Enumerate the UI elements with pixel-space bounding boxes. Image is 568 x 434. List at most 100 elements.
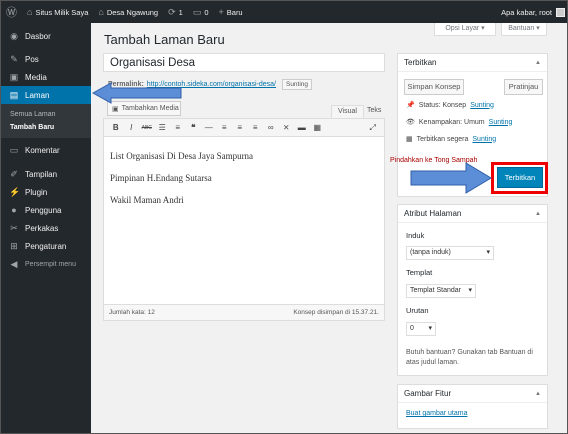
menu-komentar[interactable]: ▭ Komentar — [1, 141, 91, 159]
menu-pos[interactable]: ✎ Pos — [1, 50, 91, 68]
move-to-trash-link[interactable]: Pindahkan ke Tong Sampah — [390, 157, 477, 164]
set-featured-image-link[interactable]: Buat gambar utama — [406, 410, 467, 417]
permalink-edit-button[interactable]: Sunting — [281, 79, 313, 90]
collapse-icon: ◀ — [10, 258, 18, 269]
italic-icon[interactable]: I — [124, 123, 140, 132]
parent-label: Induk — [406, 231, 425, 240]
site-link[interactable]: ⌂ Situs Milik Saya — [22, 1, 93, 23]
menu-laman[interactable]: ▤ Laman — [1, 86, 91, 104]
site2-link[interactable]: ⌂ Desa Ngawung — [93, 1, 163, 23]
schedule-edit-link[interactable]: Sunting — [472, 136, 496, 143]
visibility-row: 👁 Kenampakan: Umum Sunting — [406, 118, 513, 127]
screen-options-tab[interactable]: Opsi Layar ▾ — [434, 23, 496, 36]
submenu-tambah-baru[interactable]: Tambah Baru — [1, 121, 91, 134]
link-icon[interactable]: ∞ — [263, 123, 279, 132]
comment-icon: ▭ — [192, 6, 202, 17]
strikethrough-icon[interactable]: ABC — [139, 125, 155, 131]
help-tab[interactable]: Bantuan ▾ — [501, 23, 547, 36]
visibility-edit-link[interactable]: Sunting — [489, 119, 513, 126]
preview-button[interactable]: Pratinjau — [504, 79, 543, 95]
brush-icon: ✐ — [10, 168, 18, 179]
new-content-link[interactable]: + Baru — [214, 1, 248, 23]
toolbar-toggle-icon[interactable]: ▦ — [310, 123, 326, 132]
menu-tampilan[interactable]: ✐ Tampilan — [1, 165, 91, 183]
read-more-icon[interactable]: ▬ — [294, 123, 310, 132]
status-edit-link[interactable]: Sunting — [470, 102, 494, 109]
menu-pengaturan[interactable]: ⊞ Pengaturan — [1, 237, 91, 255]
home-icon: ⌂ — [98, 7, 104, 17]
wordpress-admin-window: Ⓦ ⌂ Situs Milik Saya ⌂ Desa Ngawung ⟳ 1 ▭ 0 … — [0, 0, 568, 434]
bold-icon[interactable]: B — [108, 123, 124, 132]
title-input[interactable]: Organisasi Desa — [103, 53, 385, 72]
editor-content[interactable]: List Organisasi Di Desa Jaya Sampurna Pi… — [104, 137, 384, 231]
menu-plugin[interactable]: ⚡ Plugin — [1, 183, 91, 201]
page-attributes-header[interactable]: Atribut Halaman ▲ — [398, 205, 547, 223]
publish-button[interactable]: Terbitkan — [497, 167, 543, 188]
tab-visual[interactable]: Visual — [331, 105, 364, 119]
media-icon: ▣ — [9, 71, 19, 82]
collapse-arrow-icon[interactable]: ▲ — [535, 385, 541, 403]
pin-icon: 📌 — [406, 102, 415, 109]
align-left-icon[interactable]: ≡ — [217, 123, 233, 132]
blockquote-icon[interactable]: ❝ — [186, 123, 202, 132]
schedule-row: ▦ Terbitkan segera Sunting — [406, 135, 497, 144]
updates-link[interactable]: ⟳ 1 — [163, 1, 188, 23]
menu-pengguna[interactable]: ● Pengguna — [1, 201, 91, 219]
admin-sidebar: ◉ Dasbor ✎ Pos ▣ Media ▤ Laman Semua Laman T… — [1, 23, 91, 433]
page-icon: ▤ — [9, 89, 19, 100]
numbered-list-icon[interactable]: ≡ — [170, 123, 186, 132]
menu-media[interactable]: ▣ Media — [1, 68, 91, 86]
plus-icon: + — [218, 7, 224, 17]
collapse-arrow-icon[interactable]: ▲ — [535, 205, 541, 223]
autosave-status: Konsep disimpan di 15.37.21. — [293, 309, 379, 316]
permalink-row: Permalink: http://contoh.sideka.com/orga… — [108, 79, 313, 90]
calendar-icon: ▦ — [406, 136, 413, 143]
page-attributes-box: Atribut Halaman▲ Induk (tanpa induk) Tem… — [397, 204, 548, 376]
menu-persempit[interactable]: ◀ Persempit menu — [1, 255, 91, 273]
content-line: Pimpinan H.Endang Sutarsa — [110, 173, 212, 183]
content-line: Wakil Maman Andri — [110, 195, 184, 205]
content-line: List Organisasi Di Desa Jaya Sampurna — [110, 151, 254, 161]
avatar — [556, 7, 565, 17]
collapse-arrow-icon[interactable]: ▲ — [535, 54, 541, 72]
bullet-list-icon[interactable]: ☰ — [155, 123, 171, 132]
menu-dasbor[interactable]: ◉ Dasbor — [1, 27, 91, 45]
updates-icon: ⟳ — [168, 6, 176, 17]
order-label: Urutan — [406, 306, 429, 315]
user-icon: ● — [11, 205, 17, 215]
eye-icon: 👁 — [406, 119, 415, 126]
page-attributes-help: Butuh bantuan? Gunakan tab Bantuan di at… — [406, 349, 533, 366]
dashboard-icon: ◉ — [10, 30, 18, 41]
align-center-icon[interactable]: ≡ — [232, 123, 248, 132]
word-count: Jumlah kata: 12 — [109, 309, 155, 316]
permalink-url[interactable]: http://contoh.sideka.com/organisasi-desa… — [147, 81, 276, 88]
laman-submenu: Semua Laman Tambah Baru — [1, 104, 91, 138]
admin-bar: Ⓦ ⌂ Situs Milik Saya ⌂ Desa Ngawung ⟳ 1 ▭ 0 … — [1, 1, 567, 23]
save-draft-button[interactable]: Simpan Konsep — [404, 79, 464, 95]
comment-icon: ▭ — [9, 144, 19, 155]
horizontal-rule-icon[interactable]: — — [201, 123, 217, 132]
permalink-label: Permalink: — [108, 81, 144, 88]
tab-teks[interactable]: Teks — [361, 105, 387, 119]
add-media-button[interactable]: ▣ Tambahkan Media — [107, 101, 181, 116]
submenu-semua-laman[interactable]: Semua Laman — [1, 108, 91, 121]
featured-image-box: Gambar Fitur ▲ Buat gambar utama — [397, 384, 548, 429]
unlink-icon[interactable]: ⨯ — [279, 123, 295, 132]
fullscreen-icon[interactable]: ⤢ — [365, 123, 381, 133]
content-editor: B I ABC ☰ ≡ ❝ — ≡ ≡ ≡ ∞ ⨯ ▬ ▦ ⤢ List Org… — [103, 118, 385, 321]
featured-image-header[interactable]: Gambar Fitur ▲ — [398, 385, 547, 403]
order-input[interactable]: 0 — [406, 322, 436, 336]
home-icon: ⌂ — [27, 7, 33, 17]
publish-box-header[interactable]: Terbitkan ▲ — [398, 54, 547, 72]
status-row: 📌 Status: Konsep Sunting — [406, 101, 494, 110]
media-icon: ▣ — [112, 105, 119, 113]
template-select[interactable]: Templat Standar — [406, 284, 476, 298]
align-right-icon[interactable]: ≡ — [248, 123, 264, 132]
template-label: Templat — [406, 268, 433, 277]
account-menu[interactable]: Apa kabar, root — [501, 1, 565, 23]
wordpress-logo-icon[interactable]: Ⓦ — [1, 1, 22, 23]
menu-perkakas[interactable]: ✂ Perkakas — [1, 219, 91, 237]
comments-link[interactable]: ▭ 0 — [188, 1, 214, 23]
page-title: Tambah Laman Baru — [104, 32, 225, 47]
parent-select[interactable]: (tanpa induk) — [406, 246, 494, 260]
